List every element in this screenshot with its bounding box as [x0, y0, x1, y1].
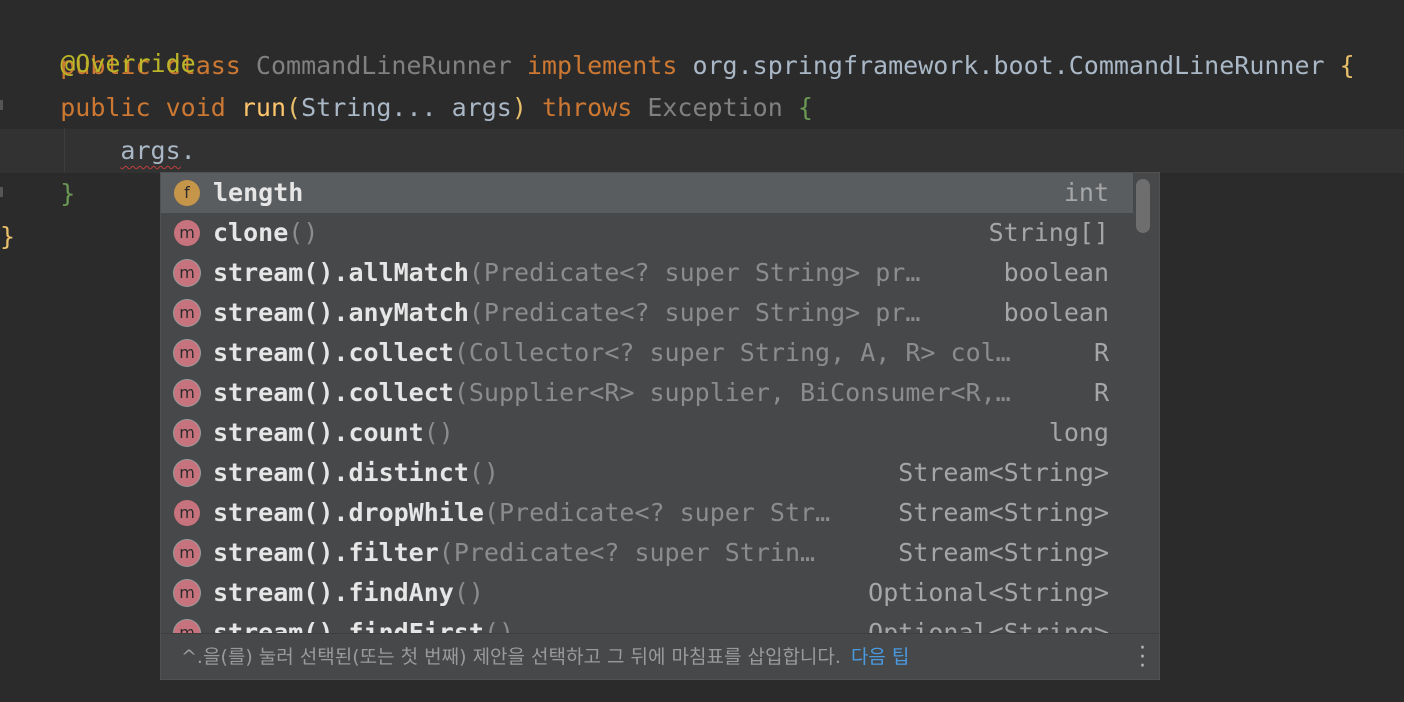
completion-item-name: stream().collect [213, 378, 454, 407]
completion-item-type: R [1093, 338, 1109, 367]
annotation: @Override [60, 49, 196, 78]
completion-item-type: R [1093, 378, 1109, 407]
completion-item[interactable]: m stream().collect(Collector<? super Stri… [161, 333, 1133, 373]
completion-item[interactable]: m stream().allMatch(Predicate<? super Str… [161, 253, 1133, 293]
completion-item[interactable]: m stream().filter(Predicate<? super Strin… [161, 533, 1133, 573]
exception-type: Exception [647, 93, 783, 122]
completion-popup[interactable]: f length int m clone() String[] m stream().allM… [160, 172, 1160, 680]
hint-text: ^.을(를) 눌러 선택된(또는 첫 번째) 제안을 선택하고 그 뒤에 마침표… [181, 646, 841, 668]
completion-item-name: length [213, 178, 304, 207]
completion-item-type: Optional<String> [868, 578, 1109, 607]
completion-item-params: () [453, 578, 484, 607]
method-icon: m [174, 460, 200, 486]
completion-item-params: () [423, 418, 454, 447]
method-icon: m [174, 340, 200, 366]
code-line-4[interactable]: args. [0, 129, 1404, 173]
scrollbar-thumb[interactable] [1136, 179, 1150, 233]
completion-item-name: stream().collect [213, 338, 454, 367]
completion-item-name: stream().dropWhile [213, 498, 484, 527]
method-icon: m [174, 580, 200, 606]
completion-item-type: String[] [988, 218, 1109, 247]
code-line-2: @Override [0, 42, 1404, 86]
field-icon: f [174, 180, 200, 206]
method-icon: m [174, 300, 200, 326]
method-icon: m [174, 220, 200, 246]
completion-item[interactable]: m stream().distinct() Stream<String> [161, 453, 1133, 493]
completion-item-name: stream().distinct [213, 458, 469, 487]
keyword-throws: throws [541, 93, 633, 122]
completion-item-params: (Predicate<? super String> pr… [468, 298, 921, 327]
completion-item-params: (Predicate<? super String> pr… [468, 258, 921, 287]
keyword-void: void [165, 93, 226, 122]
close-brace: } [0, 222, 16, 251]
keyword-public: public [60, 93, 151, 122]
completion-item[interactable]: m stream().findAny() Optional<String> [161, 573, 1133, 613]
method-icon: m [174, 500, 200, 526]
completion-item-type: boolean [1003, 298, 1109, 327]
completion-footer: ^.을(를) 눌러 선택된(또는 첫 번째) 제안을 선택하고 그 뒤에 마침표… [161, 633, 1159, 679]
completion-item-params: () [468, 458, 499, 487]
completion-item-name: stream().findAny [213, 578, 454, 607]
completion-item-type: int [1063, 178, 1109, 207]
completion-item-params: (Collector<? super String, A, R> col… [453, 338, 1011, 367]
completion-item-params: (Supplier<R> supplier, BiConsumer<R,… [453, 378, 1011, 407]
paren-close: ) [511, 93, 527, 122]
completion-item-name: clone [213, 218, 289, 247]
code-line-1: public class CommandLineRunner implement… [0, 0, 1404, 80]
completion-item-name: stream().anyMatch [213, 298, 469, 327]
close-brace: } [60, 179, 76, 208]
completion-item[interactable]: m stream().dropWhile(Predicate<? super St… [161, 493, 1133, 533]
completion-item-params: (Predicate<? super Str… [483, 498, 831, 527]
completion-item-name: stream().findFirst [213, 618, 484, 633]
completion-item-name: stream().filter [213, 538, 439, 567]
method-name: run [240, 93, 287, 122]
completion-item[interactable]: m clone() String[] [161, 213, 1133, 253]
method-icon: m [174, 540, 200, 566]
completion-item[interactable]: m stream().findFirst() Optional<String> [161, 613, 1133, 633]
completion-item[interactable]: m stream().count() long [161, 413, 1133, 453]
paren-open: ( [286, 93, 302, 122]
method-icon: m [174, 260, 200, 286]
completion-item-type: boolean [1003, 258, 1109, 287]
open-brace: { [797, 93, 813, 122]
method-icon: m [174, 380, 200, 406]
next-tip-link[interactable]: 다음 팁 [851, 646, 909, 668]
completion-item-name: stream().count [213, 418, 424, 447]
completion-item-params: () [288, 218, 319, 247]
completion-item-type: Stream<String> [898, 458, 1109, 487]
completion-item[interactable]: f length int [161, 173, 1133, 213]
method-icon: m [174, 620, 200, 633]
code-line-3: public void run(String... args) throws E… [0, 86, 1404, 130]
completion-item-params: () [483, 618, 515, 633]
dot: . [180, 136, 196, 165]
completion-item[interactable]: m stream().anyMatch(Predicate<? super Str… [161, 293, 1133, 333]
method-icon: m [174, 420, 200, 446]
indent-guide [64, 128, 65, 172]
method-params: String... args [301, 93, 512, 122]
completion-item-name: stream().allMatch [213, 258, 469, 287]
completion-item-type: long [1048, 418, 1109, 447]
completion-list[interactable]: f length int m clone() String[] m stream().allM… [161, 173, 1133, 633]
more-options-icon[interactable]: · · · [1139, 638, 1146, 678]
completion-item-type: Stream<String> [898, 538, 1109, 567]
completion-item-type: Stream<String> [898, 498, 1109, 527]
completion-item[interactable]: m stream().collect(Supplier<R> supplier, … [161, 373, 1133, 413]
completion-item-params: (Predicate<? super Strin… [438, 538, 816, 567]
args-identifier: args [120, 136, 181, 165]
completion-item-type: Optional<String> [868, 618, 1109, 633]
